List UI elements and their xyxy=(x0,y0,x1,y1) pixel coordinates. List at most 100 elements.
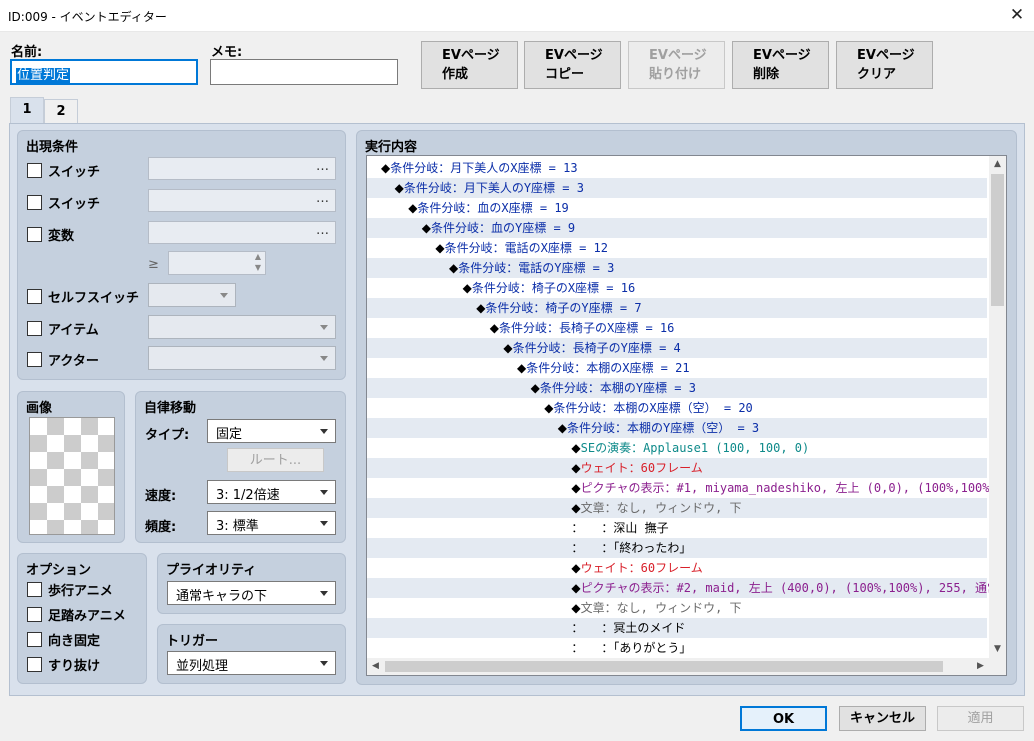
variable-box[interactable] xyxy=(27,227,42,242)
horizontal-scrollbar[interactable]: ◀ ▶ xyxy=(367,658,989,675)
create-page-line2: 作成 xyxy=(442,67,469,82)
options-title: オプション xyxy=(26,563,92,578)
command-row[interactable]: ◆ピクチャの表示：#1, miyama_nadeshiko, 左上 (0,0),… xyxy=(367,478,989,498)
speed-dropdown[interactable]: 3: 1/2倍速 xyxy=(207,480,336,504)
command-text: 条件分岐：本棚のY座標（空） = 3 xyxy=(567,421,760,435)
name-field[interactable]: 位置判定 xyxy=(10,59,198,85)
tab-page-1[interactable]: 1 xyxy=(10,97,44,124)
clear-page-line1: EVページ xyxy=(857,48,915,63)
paste-page-button[interactable]: EVページ 貼り付け xyxy=(628,41,725,89)
copy-page-line2: コピー xyxy=(545,67,585,82)
command-row[interactable]: ◆条件分岐：椅子のY座標 = 7 xyxy=(367,298,987,318)
switch1-browse-icon: … xyxy=(316,159,329,174)
priority-dropdown[interactable]: 通常キャラの下 xyxy=(167,581,336,605)
self-switch-box[interactable] xyxy=(27,289,42,304)
vertical-scrollbar[interactable]: ▲ ▼ xyxy=(989,156,1006,658)
vertical-scroll-thumb[interactable] xyxy=(991,174,1004,306)
scroll-right-icon[interactable]: ▶ xyxy=(972,658,989,675)
title-bar: ID:009 - イベントエディター ✕ xyxy=(0,0,1034,31)
step-anim-box[interactable] xyxy=(27,607,42,622)
command-row[interactable]: ◆条件分岐：本棚のX座標（空） = 20 xyxy=(367,398,987,418)
movement-type-value: 固定 xyxy=(216,427,243,442)
command-row[interactable]: ： ：深山 撫子 xyxy=(367,518,987,538)
delete-page-line1: EVページ xyxy=(753,48,811,63)
command-text: 条件分岐：電話のX座標 = 12 xyxy=(444,241,608,255)
switch2-checkbox[interactable]: スイッチ xyxy=(27,193,100,212)
walk-anim-checkbox[interactable]: 歩行アニメ xyxy=(27,580,113,599)
command-row[interactable]: ◆ピクチャの表示：#2, maid, 左上 (400,0), (100%,100… xyxy=(367,578,989,598)
through-checkbox[interactable]: すり抜け xyxy=(27,655,100,674)
command-list[interactable]: ◆条件分岐：月下美人のX座標 = 13 ◆条件分岐：月下美人のY座標 = 3 ◆条件… xyxy=(366,155,1007,676)
command-row[interactable]: ◆文章：なし, ウィンドウ, 下 xyxy=(367,498,987,518)
command-text: ピクチャの表示：#1, miyama_nadeshiko, 左上 (0,0), … xyxy=(580,481,989,495)
item-box[interactable] xyxy=(27,321,42,336)
spin-up-icon: ▲ xyxy=(254,252,261,261)
self-switch-checkbox[interactable]: セルフスイッチ xyxy=(27,287,139,306)
command-row[interactable]: ◆ウェイト：60フレーム xyxy=(367,458,987,478)
command-row[interactable]: ◆条件分岐：血のX座標 = 19 xyxy=(367,198,987,218)
create-page-button[interactable]: EVページ 作成 xyxy=(421,41,518,89)
route-button[interactable]: ルート... xyxy=(227,448,324,472)
command-row[interactable]: ◆条件分岐：電話のX座標 = 12 xyxy=(367,238,987,258)
ok-button[interactable]: OK xyxy=(740,706,827,731)
actor-box[interactable] xyxy=(27,352,42,367)
diamond-icon: ◆ xyxy=(435,241,445,255)
command-row[interactable]: ◆条件分岐：本棚のX座標 = 21 xyxy=(367,358,987,378)
diamond-icon: ◆ xyxy=(421,221,432,235)
direction-fix-box[interactable] xyxy=(27,632,42,647)
frequency-dropdown[interactable]: 3: 標準 xyxy=(207,511,336,535)
switch1-checkbox[interactable]: スイッチ xyxy=(27,161,100,180)
scroll-down-icon[interactable]: ▼ xyxy=(989,641,1006,658)
clear-page-button[interactable]: EVページクリア xyxy=(836,41,933,89)
clear-page-line2: クリア xyxy=(857,67,897,82)
variable-checkbox[interactable]: 変数 xyxy=(27,225,74,244)
command-row[interactable]: ： ：「終わったわ」 xyxy=(367,538,987,558)
scroll-left-icon[interactable]: ◀ xyxy=(367,658,384,675)
close-icon[interactable]: ✕ xyxy=(1004,2,1030,28)
step-anim-checkbox[interactable]: 足踏みアニメ xyxy=(27,605,126,624)
movement-type-dropdown[interactable]: 固定 xyxy=(207,419,336,443)
apply-button[interactable]: 適用 xyxy=(937,706,1024,731)
paste-page-line2: 貼り付け xyxy=(649,67,702,82)
diamond-icon: ◆ xyxy=(571,601,581,615)
command-row[interactable]: ： ：冥土のメイド xyxy=(367,618,987,638)
trigger-dropdown[interactable]: 並列処理 xyxy=(167,651,336,675)
event-image-preview[interactable] xyxy=(29,417,115,535)
through-box[interactable] xyxy=(27,657,42,672)
contents-title: 実行内容 xyxy=(365,140,418,155)
command-row[interactable]: ◆SEの演奏：Applause1 (100, 100, 0) xyxy=(367,438,987,458)
horizontal-scroll-thumb[interactable] xyxy=(385,661,943,672)
delete-page-button[interactable]: EVページ 削除 xyxy=(732,41,829,89)
command-row[interactable]: ： ：「ありがとう」 xyxy=(367,638,987,658)
command-row[interactable]: ◆条件分岐：月下美人のX座標 = 13 xyxy=(367,158,987,178)
actor-checkbox[interactable]: アクター xyxy=(27,350,99,369)
diamond-icon: ◆ xyxy=(449,261,459,275)
command-row[interactable]: ◆条件分岐：本棚のY座標 = 3 xyxy=(367,378,987,398)
memo-field[interactable] xyxy=(210,59,398,85)
command-row[interactable]: ◆条件分岐：本棚のY座標（空） = 3 xyxy=(367,418,987,438)
command-row[interactable]: ◆条件分岐：長椅子のX座標 = 16 xyxy=(367,318,987,338)
switch2-box[interactable] xyxy=(27,195,42,210)
cancel-button[interactable]: キャンセル xyxy=(839,706,926,731)
speed-label: 速度: xyxy=(145,489,177,504)
command-rows: ◆条件分岐：月下美人のX座標 = 13 ◆条件分岐：月下美人のY座標 = 3 ◆条件… xyxy=(367,158,989,658)
direction-fix-checkbox[interactable]: 向き固定 xyxy=(27,630,100,649)
name-value: 位置判定 xyxy=(16,68,71,83)
command-text: 条件分岐：月下美人のX座標 = 13 xyxy=(390,161,578,175)
item-checkbox[interactable]: アイテム xyxy=(27,319,99,338)
chevron-down-icon xyxy=(320,521,328,526)
walk-anim-box[interactable] xyxy=(27,582,42,597)
diamond-icon: ◆ xyxy=(571,441,581,455)
chevron-down-icon xyxy=(320,661,328,666)
tab-page-2[interactable]: 2 xyxy=(44,99,78,123)
command-row[interactable]: ◆条件分岐：長椅子のY座標 = 4 xyxy=(367,338,987,358)
switch1-box[interactable] xyxy=(27,163,42,178)
command-row[interactable]: ◆条件分岐：椅子のX座標 = 16 xyxy=(367,278,987,298)
command-row[interactable]: ◆文章：なし, ウィンドウ, 下 xyxy=(367,598,987,618)
command-row[interactable]: ◆条件分岐：月下美人のY座標 = 3 xyxy=(367,178,987,198)
command-row[interactable]: ◆条件分岐：電話のY座標 = 3 xyxy=(367,258,987,278)
command-row[interactable]: ◆条件分岐：血のY座標 = 9 xyxy=(367,218,987,238)
command-row[interactable]: ◆ウェイト：60フレーム xyxy=(367,558,987,578)
scroll-up-icon[interactable]: ▲ xyxy=(989,156,1006,173)
copy-page-button[interactable]: EVページ コピー xyxy=(524,41,621,89)
